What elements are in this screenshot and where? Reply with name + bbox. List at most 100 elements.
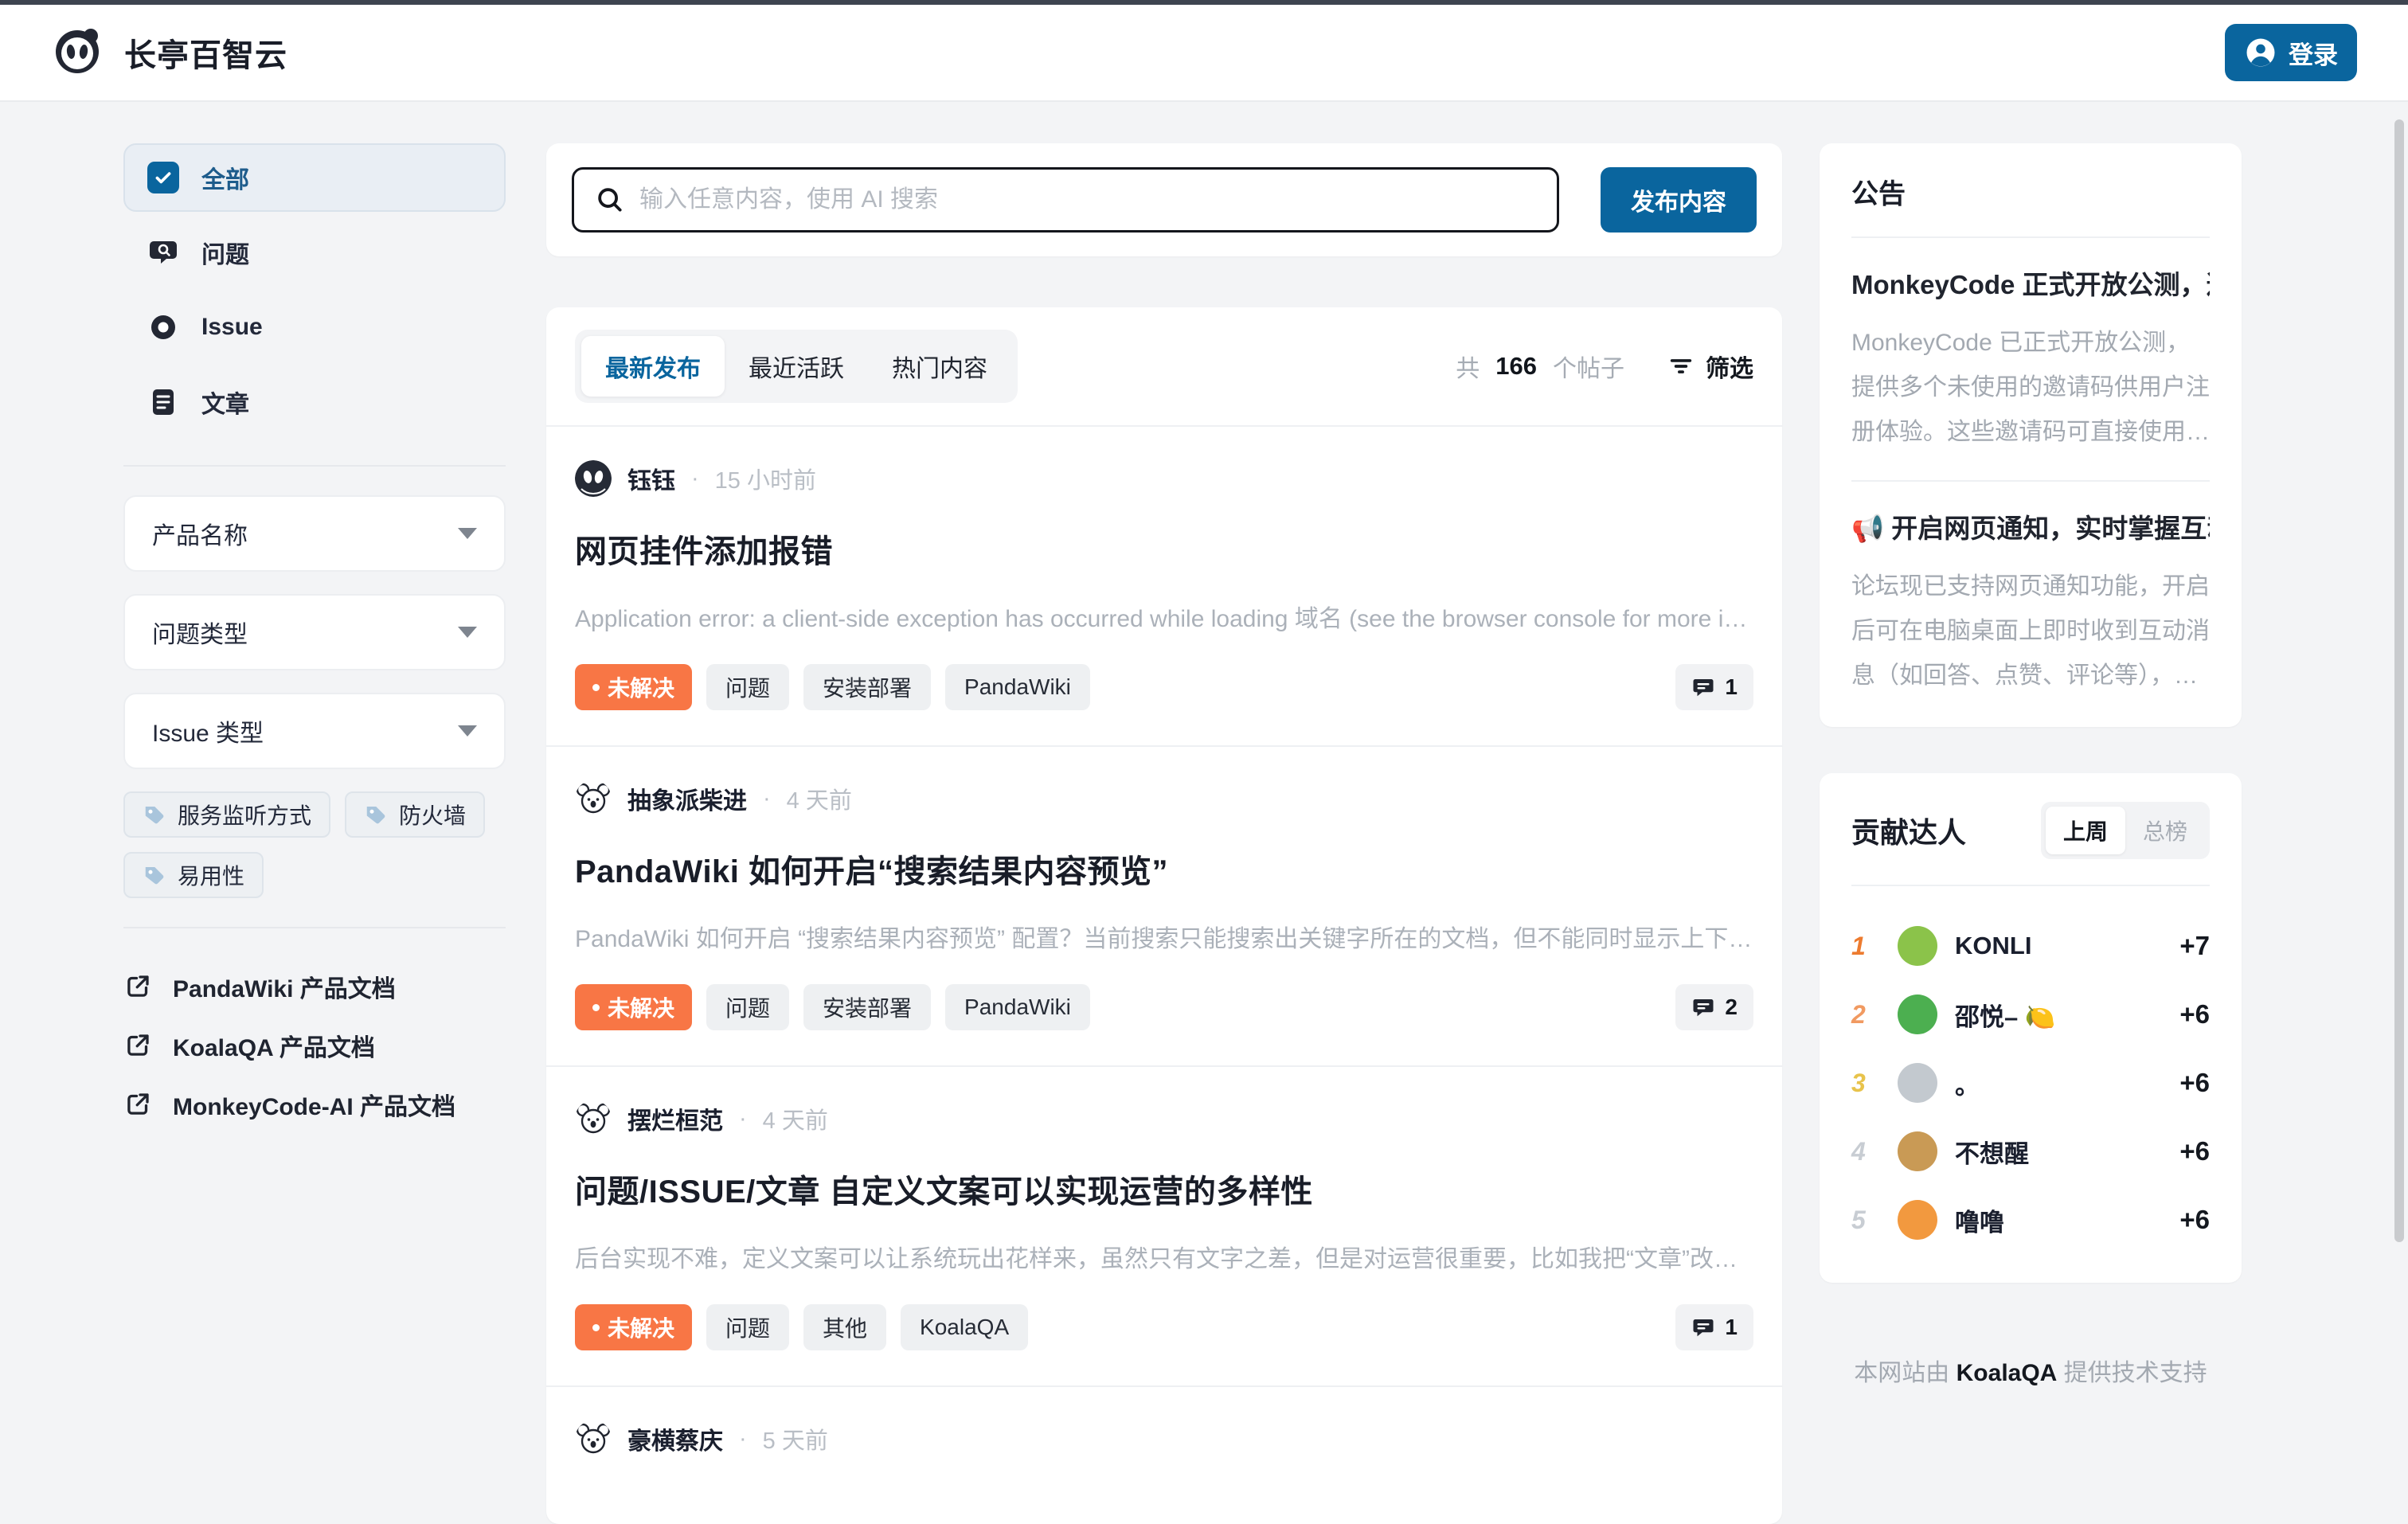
doc-links: PandaWiki 产品文档 KoalaQA 产品文档 MonkeyCode-A…: [123, 957, 506, 1134]
main-column: 发布内容 最新发布 最近活跃 热门内容 共 166 个帖子 筛选: [546, 143, 1782, 1524]
page-title: 长亭百智云: [124, 29, 287, 76]
contributors-title: 贡献达人: [1851, 810, 1966, 851]
scrollbar-thumb[interactable]: [2394, 119, 2404, 1242]
announcement-title: MonkeyCode 正式开放公测，邀...: [1851, 264, 2210, 302]
announcement-title: 📢 开启网页通知，实时掌握互动...: [1851, 507, 2210, 545]
contributor-row[interactable]: 5 噜噜 +6: [1851, 1186, 2210, 1254]
tab-latest[interactable]: 最新发布: [581, 336, 725, 397]
sidebar-item-questions[interactable]: 问题: [123, 218, 506, 287]
right-sidebar: 公告 MonkeyCode 正式开放公测，邀... MonkeyCode 已正式…: [1820, 143, 2242, 1388]
avatar: [575, 1100, 612, 1137]
link-monkeycode-docs[interactable]: MonkeyCode-AI 产品文档: [123, 1075, 506, 1134]
post-item[interactable]: 豪横蔡庆 · 5 天前: [546, 1387, 1782, 1492]
post-item[interactable]: 摆烂桓范 · 4 天前 问题/ISSUE/文章 自定义文案可以实现运营的多样性 …: [546, 1067, 1782, 1387]
post-tag[interactable]: 其他: [803, 1304, 886, 1350]
post-title[interactable]: 网页挂件添加报错: [575, 526, 1753, 572]
comment-count: 1: [1675, 1304, 1753, 1350]
post-author[interactable]: 抽象派柴进: [627, 781, 747, 816]
publish-button[interactable]: 发布内容: [1601, 167, 1757, 233]
post-item[interactable]: 抽象派柴进 · 4 天前 PandaWiki 如何开启“搜索结果内容预览” Pa…: [546, 747, 1782, 1067]
post-tag[interactable]: 安装部署: [803, 664, 931, 710]
post-time: 5 天前: [763, 1422, 828, 1456]
contributor-row[interactable]: 3 。 +6: [1851, 1049, 2210, 1117]
post-title[interactable]: PandaWiki 如何开启“搜索结果内容预览”: [575, 846, 1753, 892]
contributor-row[interactable]: 1 KONLI +7: [1851, 912, 2210, 980]
tab-hot[interactable]: 热门内容: [868, 336, 1011, 397]
post-tag[interactable]: 安装部署: [803, 984, 931, 1030]
external-link-icon: [123, 972, 152, 1001]
post-tag[interactable]: 问题: [706, 664, 789, 710]
status-badge-unsolved: 未解决: [575, 984, 692, 1030]
posts-card: 最新发布 最近活跃 热门内容 共 166 个帖子 筛选 钰钰: [546, 307, 1782, 1524]
post-tag[interactable]: PandaWiki: [945, 664, 1090, 710]
announcement-body: 论坛现已支持网页通知功能，开启后可在电脑桌面上即时收到互动消息（如回答、点赞、评…: [1851, 565, 2210, 698]
toggle-all-time[interactable]: 总榜: [2125, 807, 2205, 854]
announcement-item[interactable]: MonkeyCode 正式开放公测，邀... MonkeyCode 已正式开放公…: [1851, 264, 2210, 455]
contributor-name: 邵悦– 🍋: [1955, 997, 2162, 1033]
avatar: [575, 1420, 612, 1457]
panda-logo-icon: [51, 25, 104, 81]
contributor-name: 。: [1955, 1065, 2162, 1101]
toggle-last-week[interactable]: 上周: [2046, 807, 2125, 854]
contributor-score: +6: [2179, 1068, 2210, 1098]
comment-count: 2: [1675, 984, 1753, 1030]
avatar: [575, 780, 612, 817]
sidebar-item-all[interactable]: 全部: [123, 143, 506, 212]
link-pandawiki-docs[interactable]: PandaWiki 产品文档: [123, 957, 506, 1016]
filter-button[interactable]: 筛选: [1667, 349, 1753, 384]
avatar: [1898, 1200, 1937, 1240]
comment-icon: [1691, 995, 1715, 1019]
post-tag[interactable]: KoalaQA: [901, 1304, 1028, 1350]
contributor-row[interactable]: 2 邵悦– 🍋 +6: [1851, 980, 2210, 1049]
contributor-score: +6: [2179, 999, 2210, 1030]
avatar: [1898, 995, 1937, 1034]
post-excerpt: Application error: a client-side excepti…: [575, 599, 1753, 634]
tab-recent-active[interactable]: 最近活跃: [725, 336, 868, 397]
tag-chip[interactable]: 防火墙: [345, 791, 485, 838]
tag-icon: [143, 803, 166, 826]
post-time: 4 天前: [763, 1102, 828, 1135]
contributor-score: +6: [2179, 1136, 2210, 1166]
post-author[interactable]: 豪横蔡庆: [627, 1421, 723, 1456]
sidebar-item-issue[interactable]: Issue: [123, 293, 506, 361]
external-link-icon: [123, 1031, 152, 1060]
rank-number: 2: [1851, 1000, 1880, 1030]
status-badge-unsolved: 未解决: [575, 664, 692, 710]
status-badge-unsolved: 未解决: [575, 1304, 692, 1350]
comment-icon: [1691, 1315, 1715, 1339]
brand[interactable]: 长亭百智云: [51, 25, 287, 81]
contributor-score: +6: [2179, 1205, 2210, 1235]
link-koalaqa-docs[interactable]: KoalaQA 产品文档: [123, 1016, 506, 1075]
post-author[interactable]: 摆烂桓范: [627, 1101, 723, 1136]
hot-tags: 服务监听方式 防火墙 易用性: [123, 791, 506, 898]
announcement-item[interactable]: 📢 开启网页通知，实时掌握互动... 论坛现已支持网页通知功能，开启后可在电脑桌…: [1851, 507, 2210, 698]
comment-icon: [1691, 675, 1715, 699]
tag-chip[interactable]: 服务监听方式: [123, 791, 330, 838]
panel-divider: [1851, 885, 2210, 886]
post-excerpt: PandaWiki 如何开启 “搜索结果内容预览” 配置？当前搜索只能搜索出关键…: [575, 919, 1753, 954]
search-input[interactable]: [639, 186, 1536, 213]
panel-divider: [1851, 480, 2210, 482]
post-author[interactable]: 钰钰: [627, 461, 675, 496]
select-issue-type[interactable]: Issue 类型: [123, 693, 506, 769]
post-tag[interactable]: PandaWiki: [945, 984, 1090, 1030]
rank-number: 4: [1851, 1137, 1880, 1166]
contributor-name: 不想醒: [1955, 1134, 2162, 1170]
select-product-name[interactable]: 产品名称: [123, 495, 506, 572]
contributor-row[interactable]: 4 不想醒 +6: [1851, 1117, 2210, 1186]
post-tag[interactable]: 问题: [706, 1304, 789, 1350]
tag-chip[interactable]: 易用性: [123, 852, 264, 898]
rank-number: 3: [1851, 1069, 1880, 1098]
announcement-body: MonkeyCode 已正式开放公测，提供多个未使用的邀请码供用户注册体验。这些…: [1851, 321, 2210, 455]
tag-icon: [143, 863, 166, 887]
post-time: 4 天前: [787, 782, 852, 815]
post-item[interactable]: 钰钰 · 15 小时前 网页挂件添加报错 Application error: …: [546, 427, 1782, 747]
select-question-type[interactable]: 问题类型: [123, 594, 506, 670]
sidebar-item-articles[interactable]: 文章: [123, 368, 506, 436]
app-header: 长亭百智云 登录: [0, 5, 2408, 102]
login-button[interactable]: 登录: [2225, 24, 2357, 81]
megaphone-icon: 📢: [1851, 514, 1884, 543]
comment-count: 1: [1675, 664, 1753, 710]
post-tag[interactable]: 问题: [706, 984, 789, 1030]
post-title[interactable]: 问题/ISSUE/文章 自定义文案可以实现运营的多样性: [575, 1166, 1753, 1212]
